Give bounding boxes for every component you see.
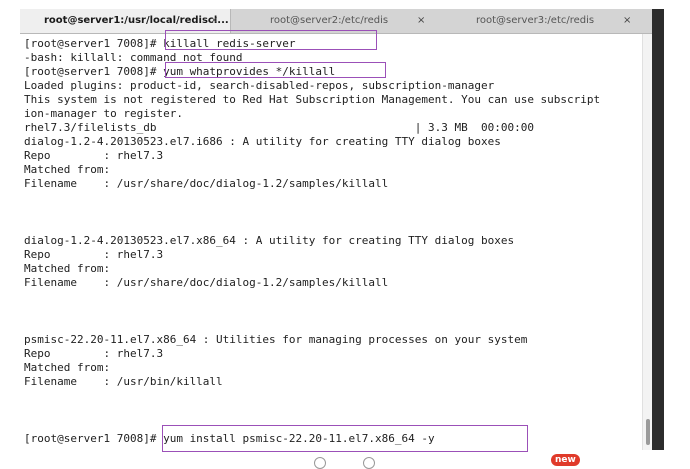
terminal-output[interactable]: [root@server1 7008]# killall redis-serve…	[20, 34, 642, 450]
terminal-line: This system is not registered to Red Hat…	[24, 93, 601, 106]
circle-icon	[363, 457, 375, 469]
terminal-line: Repo : rhel7.3	[24, 248, 164, 261]
window-frame	[652, 9, 664, 450]
terminal-line: Loaded plugins: product-id, search-disab…	[24, 79, 495, 92]
highlight-box-install	[162, 425, 528, 452]
close-icon[interactable]: ×	[623, 9, 631, 33]
terminal-line: Matched from:	[24, 262, 111, 275]
terminal-line: Matched from:	[24, 163, 111, 176]
tab-server3[interactable]: root@server3:/etc/redis ×	[441, 9, 652, 33]
highlight-box-killall	[165, 30, 377, 50]
terminal-line: Repo : rhel7.3	[24, 149, 164, 162]
circle-icon	[314, 457, 326, 469]
terminal-line: dialog-1.2-4.20130523.el7.i686 : A utili…	[24, 135, 501, 148]
terminal-line: Filename : /usr/share/doc/dialog-1.2/sam…	[24, 276, 389, 289]
terminal-line: Matched from:	[24, 361, 111, 374]
terminal-line: Repo : rhel7.3	[24, 347, 164, 360]
terminal-line: Filename : /usr/bin/killall	[24, 375, 223, 388]
new-badge: new	[551, 454, 580, 466]
terminal-line: ion-manager to register.	[24, 107, 183, 120]
close-icon[interactable]: ×	[417, 9, 425, 33]
terminal-line: Filename : /usr/share/doc/dialog-1.2/sam…	[24, 177, 389, 190]
terminal-line: rhel7.3/filelists_db | 3.3 MB 00:00:00	[24, 121, 534, 134]
tab-label: root@server3:/etc/redis	[476, 15, 595, 26]
highlight-box-whatprovides	[165, 62, 386, 78]
scrollbar-thumb[interactable]	[646, 419, 650, 445]
terminal-line: dialog-1.2-4.20130523.el7.x86_64 : A uti…	[24, 234, 515, 247]
terminal-line: psmisc-22.20-11.el7.x86_64 : Utilities f…	[24, 333, 528, 346]
